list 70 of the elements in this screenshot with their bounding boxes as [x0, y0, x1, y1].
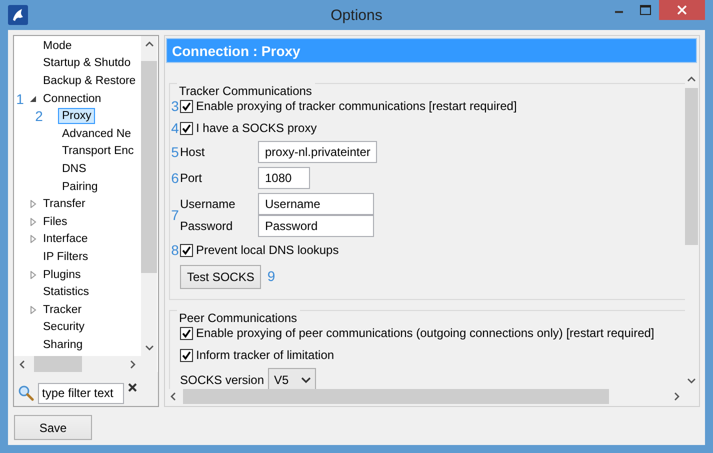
tree-item[interactable]: Backup & Restore	[39, 72, 140, 89]
collapsed-arrow-icon[interactable]	[28, 306, 36, 314]
collapsed-arrow-icon[interactable]	[28, 200, 36, 208]
scroll-thumb[interactable]	[141, 61, 157, 273]
close-icon	[677, 5, 687, 15]
annotation-number: 2	[34, 108, 44, 124]
close-button[interactable]	[659, 0, 705, 20]
field-label: SOCKS version	[180, 373, 264, 387]
checkbox-label: Prevent local DNS lookups	[196, 243, 339, 257]
checkbox-label: I have a SOCKS proxy	[196, 121, 317, 135]
tree-item[interactable]: Interface	[39, 231, 92, 248]
collapsed-arrow-icon[interactable]	[28, 270, 36, 279]
tree-item[interactable]: Tracker	[39, 302, 86, 318]
text-field[interactable]: Password	[258, 215, 374, 237]
tree-item[interactable]: Transport Enc	[58, 143, 138, 160]
window-title: Options	[330, 7, 382, 24]
checkbox[interactable]	[180, 326, 193, 340]
checkbox[interactable]	[180, 348, 193, 362]
text-field[interactable]: 1080	[258, 167, 310, 189]
tree-item[interactable]: Connection	[39, 90, 106, 107]
annotation-number: 9	[267, 268, 276, 284]
checkbox[interactable]	[180, 100, 193, 112]
annotation-number: 7	[170, 207, 180, 223]
tree-item[interactable]: Pairing	[58, 178, 102, 195]
maximize-icon	[640, 5, 651, 15]
checkbox[interactable]	[180, 244, 193, 256]
tree-item[interactable]: Mode	[39, 38, 76, 54]
tree-item[interactable]: IP Filters	[39, 248, 92, 265]
field-label: Username	[180, 197, 236, 211]
tree-item[interactable]: Statistics	[39, 284, 94, 300]
collapsed-arrow-icon[interactable]	[28, 218, 36, 226]
caret-icon	[300, 376, 311, 384]
version-dropdown[interactable]: V5	[268, 368, 316, 389]
checkbox-label: Enable proxying of tracker communications [restart required]	[196, 99, 517, 113]
tree-item[interactable]: Startup & Shutdo	[39, 55, 135, 72]
checkbox-label: Inform tracker of limitation	[196, 348, 334, 362]
filter-field[interactable]: type filter text	[38, 382, 124, 404]
field-label: Port	[180, 171, 204, 185]
checkbox-label: Enable proxying of peer communications (outgoing connections only) [restart required]	[196, 326, 654, 340]
tree-item[interactable]: Advanced Ne	[58, 126, 136, 142]
tree-item[interactable]: Files	[39, 214, 72, 230]
annotation-number: 1	[15, 90, 25, 107]
scroll-thumb[interactable]	[183, 389, 609, 404]
scroll-thumb[interactable]	[34, 356, 82, 372]
annotation-number: 8	[170, 242, 180, 258]
save-button[interactable]: Save	[14, 415, 92, 440]
tree-item[interactable]: DNS	[58, 160, 90, 177]
tree-item[interactable]: Plugins	[39, 266, 85, 283]
annotation-number: 6	[170, 170, 180, 186]
collapsed-arrow-icon[interactable]	[28, 235, 36, 244]
annotation-number: 3	[170, 98, 180, 114]
tree-item[interactable]: Transfer	[39, 196, 90, 212]
scroll-thumb[interactable]	[685, 88, 698, 245]
tree-item[interactable]: Proxy	[58, 108, 96, 124]
annotation-number: 5	[170, 144, 180, 160]
test-button[interactable]: Test SOCKS	[180, 265, 262, 289]
annotation-number: 4	[170, 120, 180, 136]
panel-title: Connection : Proxy	[166, 38, 697, 63]
field-label: Host	[180, 145, 206, 159]
clear-icon[interactable]	[128, 383, 137, 392]
tree-item[interactable]: Security	[39, 319, 89, 336]
vertical-scrollbar[interactable]	[141, 36, 157, 356]
text-field[interactable]: proxy-nl.privateinter	[258, 141, 378, 163]
app-icon	[8, 5, 28, 25]
field-label: Password	[180, 219, 234, 233]
expanded-arrow-icon[interactable]	[28, 94, 36, 103]
search-icon	[18, 385, 34, 401]
text-field[interactable]: Username	[258, 193, 374, 215]
tree-item[interactable]: Sharing	[39, 336, 87, 353]
checkbox[interactable]	[180, 122, 193, 134]
